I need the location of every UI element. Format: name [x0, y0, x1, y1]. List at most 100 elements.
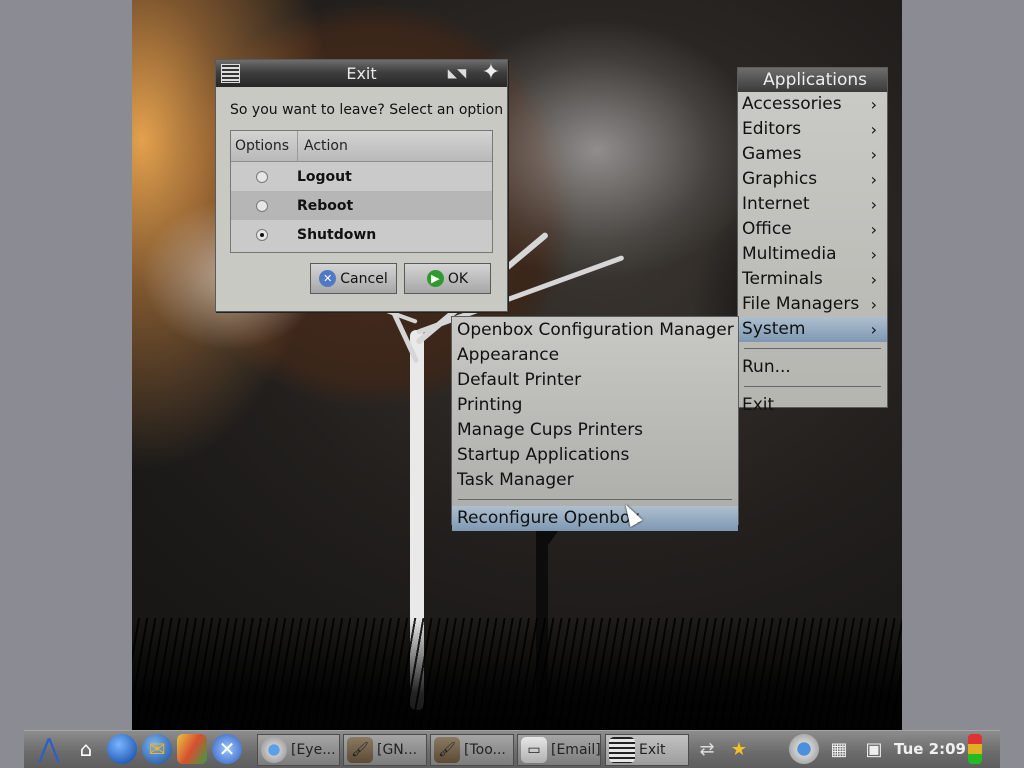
chevron-right-icon: ›	[870, 295, 877, 314]
task-label: [Eye...	[291, 742, 336, 758]
menu-item-label: File Managers	[742, 294, 860, 314]
menu-item-reconfigure-openbox[interactable]: Reconfigure Openbox	[452, 506, 738, 531]
desktop: Exit ◣◥ ✦ So you want to leave? Select a…	[0, 0, 1024, 768]
task-button-eye[interactable]: [Eye...	[257, 734, 340, 766]
menu-item-printing[interactable]: Printing	[452, 393, 738, 418]
menu-item-multimedia[interactable]: Multimedia ›	[738, 242, 887, 267]
taskbar: ⋀ ⌂ ✉ ✕ [Eye... 🖌 [GN... 🖌 [Too... ▭ [Em…	[24, 730, 1000, 768]
task-button-gn[interactable]: 🖌 [GN...	[343, 734, 427, 766]
cancel-label: Cancel	[340, 270, 388, 287]
mascot-icon[interactable]: ★	[724, 734, 754, 764]
menu-item-run[interactable]: Run...	[738, 355, 887, 380]
menu-item-office[interactable]: Office ›	[738, 217, 887, 242]
dialog-title: Exit	[346, 64, 377, 83]
menu-item-appearance[interactable]: Appearance	[452, 343, 738, 368]
traffic-light-icon[interactable]	[968, 734, 982, 764]
settings-icon[interactable]: ✕	[212, 734, 242, 764]
menu-item-label: Accessories	[742, 94, 842, 114]
column-header-options[interactable]: Options	[231, 131, 298, 161]
menu-item-label: Office	[742, 219, 792, 239]
applications-menu-title: Applications	[738, 68, 887, 92]
clock[interactable]: Tue 2:09	[894, 740, 966, 758]
iconify-icon[interactable]: ◣◥	[444, 66, 470, 80]
task-label: [Email]	[551, 742, 601, 758]
option-row-reboot[interactable]: Reboot	[231, 191, 492, 220]
menu-item-games[interactable]: Games ›	[738, 142, 887, 167]
menu-item-label: Graphics	[742, 169, 818, 189]
chevron-right-icon: ›	[870, 195, 877, 214]
chevron-right-icon: ›	[870, 245, 877, 264]
option-row-shutdown[interactable]: Shutdown	[231, 220, 492, 249]
chromium-icon[interactable]	[789, 734, 819, 764]
options-table: Options Action Logout Reboot Shutdown	[230, 130, 493, 253]
folder-icon: ▭	[521, 737, 547, 763]
exit-dialog: Exit ◣◥ ✦ So you want to leave? Select a…	[215, 59, 508, 312]
menu-item-terminals[interactable]: Terminals ›	[738, 267, 887, 292]
menu-item-graphics[interactable]: Graphics ›	[738, 167, 887, 192]
task-label: [GN...	[377, 742, 418, 758]
task-button-exit[interactable]: Exit	[605, 734, 689, 766]
menu-item-system[interactable]: System ›	[738, 317, 887, 342]
task-button-email[interactable]: ▭ [Email]	[517, 734, 601, 766]
gimp-icon: 🖌	[347, 737, 373, 763]
paint-icon[interactable]	[177, 734, 207, 764]
menu-item-default-printer[interactable]: Default Printer	[452, 368, 738, 393]
ok-label: OK	[447, 270, 469, 287]
menu-item-label: System	[742, 319, 806, 339]
radio-shutdown[interactable]	[256, 228, 268, 241]
start-menu-icon[interactable]: ⋀	[34, 734, 64, 764]
calculator-icon[interactable]: ▦	[824, 734, 854, 764]
chevron-right-icon: ›	[870, 95, 877, 114]
chevron-right-icon: ›	[870, 145, 877, 164]
system-submenu: Openbox Configuration Manager Appearance…	[451, 316, 739, 531]
dialog-titlebar[interactable]: Exit ◣◥ ✦	[216, 60, 507, 87]
ok-icon: ▶	[426, 270, 444, 287]
cancel-icon: ✕	[319, 270, 337, 287]
email-client-icon[interactable]: ✉	[142, 734, 172, 764]
radio-logout[interactable]	[256, 170, 268, 183]
cancel-button[interactable]: ✕ Cancel	[310, 263, 397, 294]
menu-item-label: Multimedia	[742, 244, 837, 264]
network-icon[interactable]: ⇄	[692, 734, 722, 764]
menu-item-label: Editors	[742, 119, 802, 139]
menu-item-internet[interactable]: Internet ›	[738, 192, 887, 217]
menu-item-editors[interactable]: Editors ›	[738, 117, 887, 142]
menu-item-manage-cups[interactable]: Manage Cups Printers	[452, 418, 738, 443]
menu-item-openbox-config[interactable]: Openbox Configuration Manager	[452, 318, 738, 343]
chevron-right-icon: ›	[870, 220, 877, 239]
menu-item-exit[interactable]: Exit	[738, 393, 887, 418]
dialog-prompt: So you want to leave? Select an option	[230, 102, 504, 118]
menu-item-accessories[interactable]: Accessories ›	[738, 92, 887, 117]
task-label: Exit	[639, 742, 666, 758]
menu-separator	[744, 386, 881, 387]
column-header-action[interactable]: Action	[298, 131, 348, 161]
option-row-logout[interactable]: Logout	[231, 162, 492, 191]
menu-item-label: Terminals	[742, 269, 823, 289]
menu-separator	[744, 348, 881, 349]
list-icon	[609, 737, 635, 763]
task-label: [Too...	[464, 742, 506, 758]
table-header: Options Action	[231, 131, 492, 162]
menu-separator	[458, 499, 732, 500]
radio-reboot[interactable]	[256, 199, 268, 212]
task-button-too[interactable]: 🖌 [Too...	[430, 734, 514, 766]
option-label: Reboot	[297, 197, 354, 214]
applications-menu: Applications Accessories › Editors › Games…	[737, 67, 888, 415]
ok-button[interactable]: ▶ OK	[404, 263, 491, 294]
option-label: Logout	[297, 168, 352, 185]
chevron-right-icon: ›	[870, 120, 877, 139]
home-folder-icon[interactable]: ⌂	[71, 734, 101, 764]
monitor-icon[interactable]: ▣	[859, 734, 889, 764]
menu-item-task-manager[interactable]: Task Manager	[452, 468, 738, 493]
menu-item-label: Games	[742, 144, 802, 164]
gimp-icon: 🖌	[434, 737, 460, 763]
menu-item-file-managers[interactable]: File Managers ›	[738, 292, 887, 317]
chevron-right-icon: ›	[870, 270, 877, 289]
web-browser-icon[interactable]	[107, 734, 137, 764]
chevron-right-icon: ›	[870, 320, 877, 339]
chrome-icon	[261, 737, 287, 763]
menu-item-startup-applications[interactable]: Startup Applications	[452, 443, 738, 468]
close-icon[interactable]: ✦	[480, 62, 502, 84]
window-menu-icon[interactable]	[221, 64, 240, 83]
menu-item-label: Internet	[742, 194, 810, 214]
